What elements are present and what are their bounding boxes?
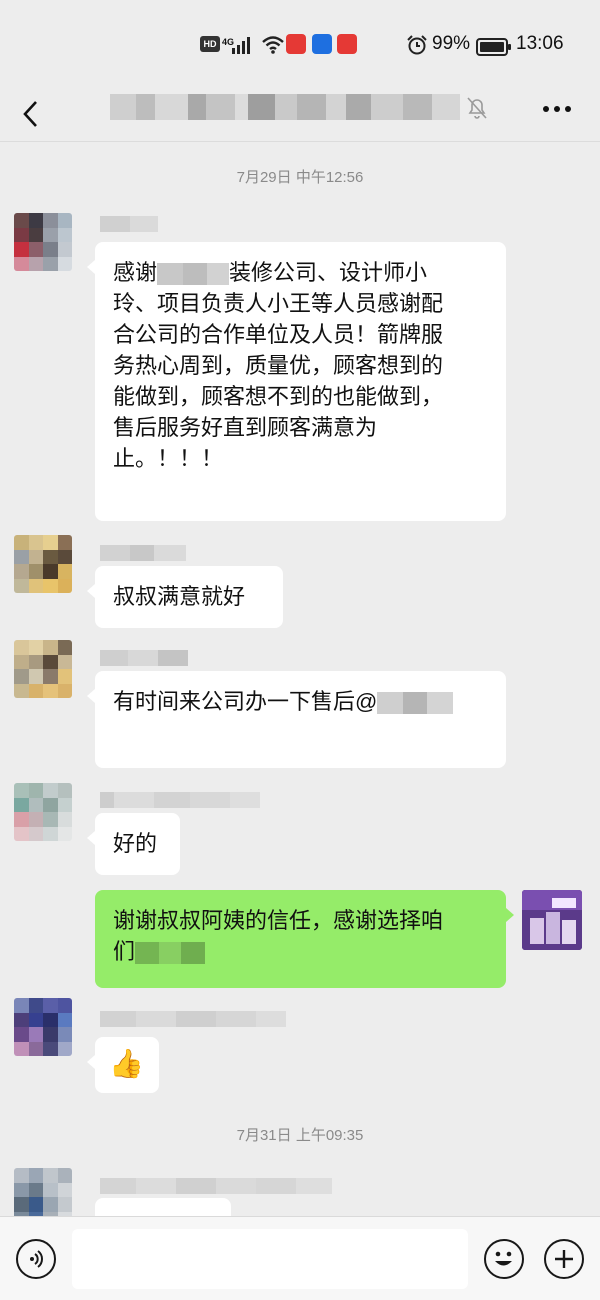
app-notification-icon: [286, 34, 306, 54]
avatar[interactable]: [14, 213, 72, 271]
avatar[interactable]: [14, 535, 72, 593]
my-avatar[interactable]: [522, 890, 582, 950]
message-input[interactable]: [72, 1229, 468, 1289]
message-bubble[interactable]: 感谢 装修公司、设计师小 玲、项目负责人小王等人员感谢配 合公司的合作单位及人员！…: [87, 242, 506, 521]
input-bar: [0, 1216, 600, 1300]
sender-name-redacted: [100, 1178, 332, 1194]
back-button[interactable]: [14, 94, 46, 134]
sender-name-redacted: [100, 792, 260, 808]
message-text: 叔叔满意就好: [113, 584, 246, 609]
chat-timestamp: 7月29日 中午12:56: [236, 169, 364, 186]
hd-badge: HD: [200, 36, 220, 52]
message-text: 好的: [113, 831, 158, 856]
redacted-text: [157, 263, 184, 286]
avatar[interactable]: [14, 998, 72, 1056]
message-line: 谢谢叔叔阿姨的信任，感谢选择咱: [113, 908, 444, 933]
voice-button[interactable]: [16, 1239, 56, 1279]
message-line: 合公司的合作单位及人员！箭牌服: [113, 322, 444, 347]
message-line: 玲、项目负责人小王等人员感谢配: [113, 291, 444, 316]
chat-header: [0, 88, 600, 142]
message-bubble[interactable]: 好的: [87, 813, 180, 875]
wifi-icon: [262, 34, 284, 56]
bell-off-icon: [466, 96, 488, 124]
sender-name-redacted: [100, 545, 186, 561]
message-line: 感谢 装修公司、设计师小: [113, 260, 428, 286]
alarm-icon: [406, 34, 428, 56]
app-notification-icon: [312, 34, 332, 54]
more-button[interactable]: [540, 92, 574, 126]
chat-timestamp: 7月31日 上午09:35: [236, 1127, 364, 1144]
message-line: 们: [113, 936, 488, 967]
more-dots-icon: [543, 106, 571, 112]
message-line: 售后服务好直到顾客满意为: [113, 415, 378, 440]
emoji-button[interactable]: [484, 1239, 524, 1279]
chevron-left-icon: [23, 101, 37, 127]
smiley-icon: [495, 1251, 512, 1266]
message-bubble-sent[interactable]: 谢谢叔叔阿姨的信任，感谢选择咱 们: [95, 890, 514, 988]
battery-percent: 99%: [432, 33, 471, 54]
status-bar: HD 4G 99% 13:06: [0, 0, 600, 88]
app-notification-icon: [337, 34, 357, 54]
voice-icon: [30, 1250, 43, 1268]
message-text: 有时间来公司办一下售后@: [113, 686, 488, 717]
plus-icon: [555, 1250, 573, 1268]
signal-icon: [232, 34, 254, 56]
plus-button[interactable]: [544, 1239, 584, 1279]
chat-title-redacted: [110, 94, 460, 120]
battery-icon: [476, 36, 512, 58]
message-bubble[interactable]: 👍: [87, 1037, 159, 1093]
message-bubble[interactable]: 叔叔满意就好: [87, 566, 283, 628]
clock: 13:06: [516, 33, 564, 54]
message-line: 能做到，顾客想不到的也能做到，: [113, 384, 444, 409]
message-line: 止。！！！: [113, 446, 224, 471]
avatar[interactable]: [14, 783, 72, 841]
redacted-text: [135, 942, 160, 965]
sender-name-redacted: [100, 216, 158, 232]
sender-name-redacted: [100, 1011, 286, 1027]
thumbs-up-icon: 👍: [109, 1048, 144, 1079]
avatar[interactable]: [14, 640, 72, 698]
message-line: 务热心周到，质量优，顾客想到的: [113, 353, 444, 378]
redacted-text: [377, 692, 404, 715]
sender-name-redacted: [100, 650, 188, 666]
message-bubble[interactable]: 有时间来公司办一下售后@: [87, 671, 506, 768]
